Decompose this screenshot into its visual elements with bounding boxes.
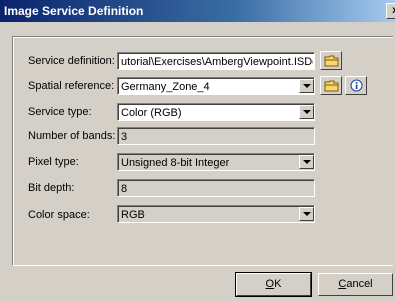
spatial-reference-value: Germany_Zone_4: [121, 81, 210, 93]
color-space-value: RGB: [121, 209, 145, 221]
bit-depth-label: Bit depth:: [28, 182, 75, 194]
number-of-bands-field: 3: [117, 127, 315, 145]
service-definition-label: Service definition:: [28, 55, 115, 67]
number-of-bands-value: 3: [121, 131, 128, 143]
cancel-button[interactable]: Cancel: [318, 273, 393, 296]
folder-icon: [324, 55, 339, 67]
service-definition-field[interactable]: utorial\Exercises\AmbergViewpoint.ISDe: [117, 52, 315, 70]
chevron-down-icon[interactable]: [299, 105, 314, 119]
color-space-label: Color space:: [28, 209, 90, 221]
close-button[interactable]: x: [386, 3, 395, 19]
service-definition-value: utorial\Exercises\AmbergViewpoint.ISDe: [121, 56, 313, 68]
spatial-reference-label: Spatial reference:: [28, 80, 115, 92]
spatial-reference-select[interactable]: Germany_Zone_4: [117, 77, 315, 95]
color-space-select[interactable]: RGB: [117, 205, 315, 223]
ok-button[interactable]: OK: [235, 272, 312, 297]
bit-depth-field: 8: [117, 179, 315, 197]
service-type-label: Service type:: [28, 106, 92, 118]
image-service-definition-dialog: Image Service Definition x Service defin…: [0, 0, 395, 301]
service-type-select[interactable]: Color (RGB): [117, 103, 315, 121]
dialog-title: Image Service Definition: [4, 4, 144, 18]
title-bar[interactable]: Image Service Definition x: [0, 0, 395, 22]
chevron-down-icon[interactable]: [299, 207, 314, 221]
pixel-type-value: Unsigned 8-bit Integer: [121, 157, 230, 169]
browse-service-definition-button[interactable]: [320, 51, 342, 70]
chevron-down-icon[interactable]: [299, 155, 314, 169]
number-of-bands-label: Number of bands:: [28, 130, 116, 142]
folder-icon: [324, 80, 339, 92]
pixel-type-label: Pixel type:: [28, 156, 79, 168]
pixel-type-select[interactable]: Unsigned 8-bit Integer: [117, 153, 315, 171]
chevron-down-icon[interactable]: [299, 79, 314, 93]
settings-panel: [12, 36, 393, 266]
info-icon: [350, 79, 363, 92]
bit-depth-value: 8: [121, 183, 128, 195]
browse-spatial-reference-button[interactable]: [320, 76, 342, 95]
spatial-reference-info-button[interactable]: [345, 76, 367, 95]
service-type-value: Color (RGB): [121, 107, 182, 119]
